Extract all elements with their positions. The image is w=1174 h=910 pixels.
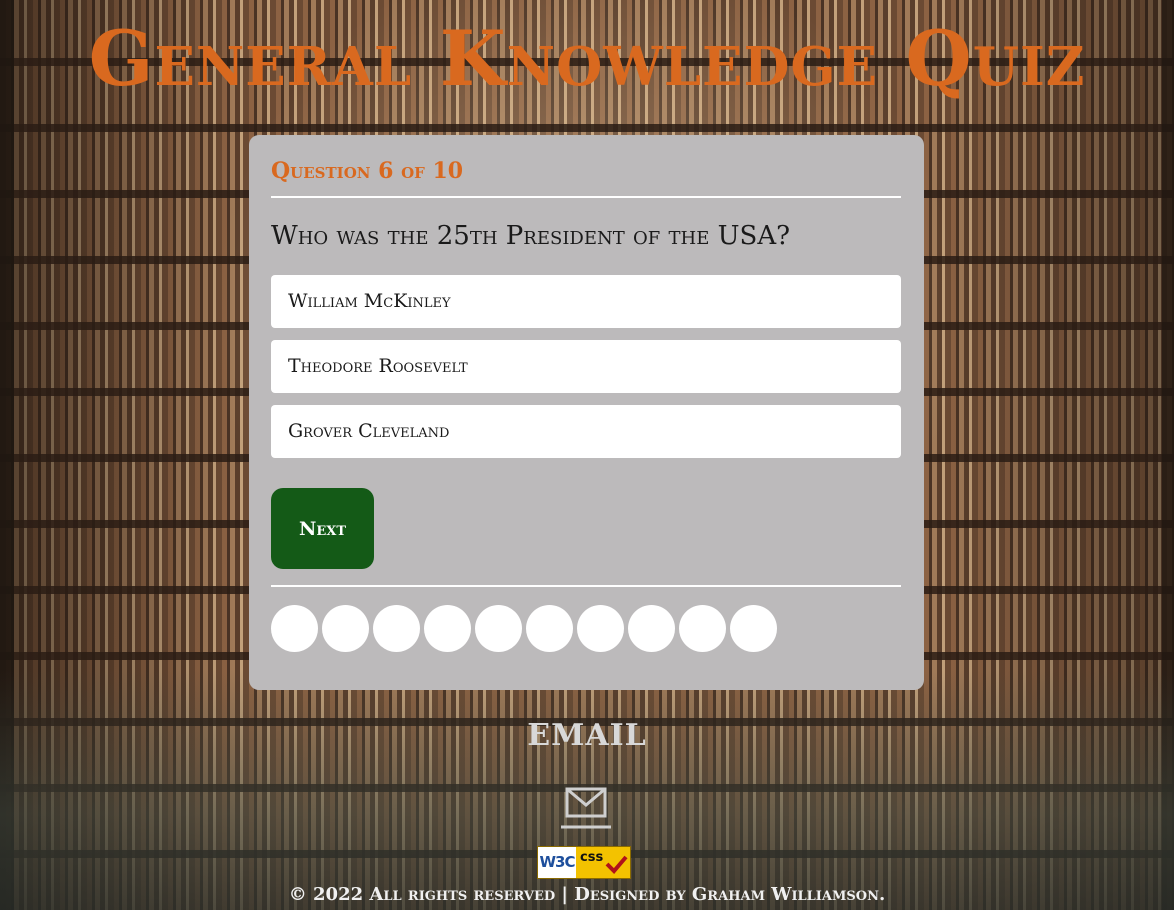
answer-option-2[interactable]: Theodore Roosevelt (271, 340, 901, 393)
divider-bottom (271, 585, 901, 587)
progress-dot-4 (424, 605, 471, 652)
progress-dot-7 (577, 605, 624, 652)
next-button[interactable]: Next (271, 488, 374, 569)
question-counter: Question 6 of 10 (271, 158, 464, 184)
quiz-card: Question 6 of 10 Who was the 25th Presid… (249, 135, 924, 690)
w3c-css-badge[interactable]: W3C css (537, 846, 631, 879)
copyright-text: © 2022 All rights reserved | Designed by… (288, 884, 886, 905)
checkmark-icon (605, 855, 628, 874)
css-badge-label-wrap: css (576, 847, 630, 878)
css-badge-label: css (580, 850, 604, 865)
w3c-logo-text: W3C (538, 847, 576, 878)
progress-dot-2 (322, 605, 369, 652)
envelope-icon[interactable] (561, 786, 611, 830)
progress-dot-9 (679, 605, 726, 652)
question-text: Who was the 25th President of the USA? (271, 221, 791, 251)
progress-dot-5 (475, 605, 522, 652)
progress-dot-1 (271, 605, 318, 652)
progress-dot-10 (730, 605, 777, 652)
page-title: General Knowledge Quiz (88, 14, 1086, 103)
progress-tracker (271, 605, 777, 652)
progress-dot-8 (628, 605, 675, 652)
answer-option-1[interactable]: William McKinley (271, 275, 901, 328)
divider-top (271, 196, 901, 198)
email-heading: EMAIL (527, 718, 647, 753)
progress-dot-6 (526, 605, 573, 652)
progress-dot-3 (373, 605, 420, 652)
answer-option-3[interactable]: Grover Cleveland (271, 405, 901, 458)
